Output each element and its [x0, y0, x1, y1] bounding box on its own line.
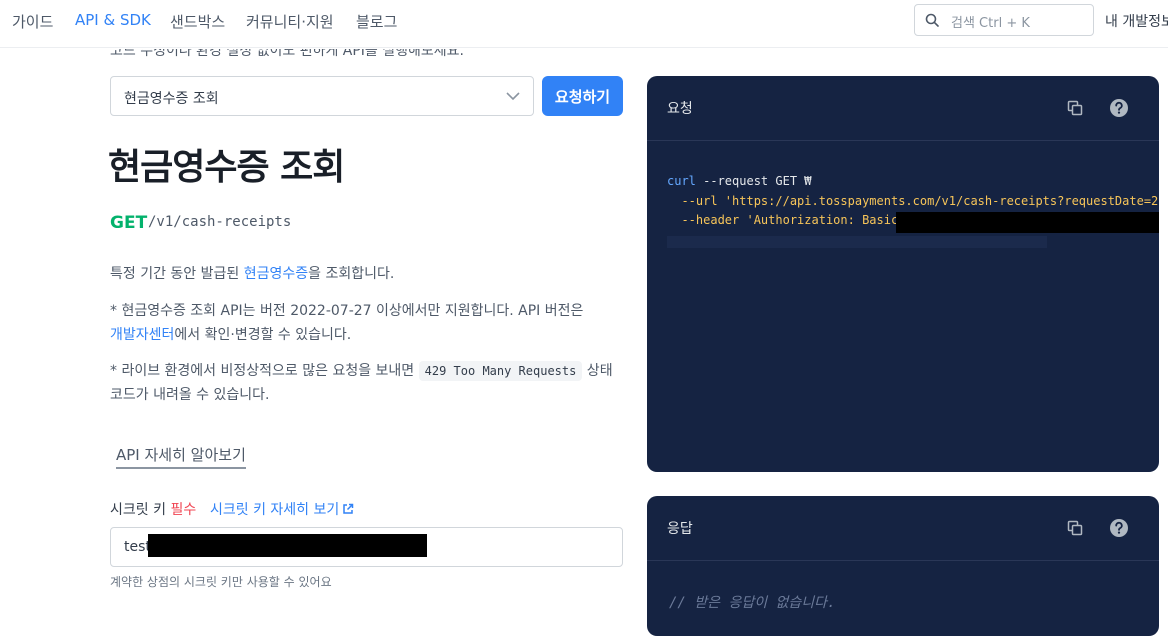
- help-icon[interactable]: [1109, 98, 1129, 118]
- note-rate-text-end: 상태: [582, 363, 613, 379]
- copy-icon[interactable]: [1067, 520, 1083, 536]
- panel-divider: [647, 140, 1159, 141]
- note-rate-limit-line1: * 라이브 환경에서 비정상적으로 많은 요청을 보내면 429 Too Man…: [110, 359, 613, 383]
- cash-receipt-link[interactable]: 현금영수증: [244, 266, 308, 282]
- api-select-value: 현금영수증 조회: [124, 91, 219, 107]
- description: 특정 기간 동안 발급된 현금영수증을 조회합니다.: [110, 262, 394, 286]
- page-title: 현금영수증 조회: [108, 147, 345, 188]
- note-version-line2: 개발자센터에서 확인·변경할 수 있습니다.: [110, 323, 351, 347]
- redacted-auth: [896, 212, 1159, 233]
- code-url: 'https://api.tosspayments.com/v1/cash-re…: [717, 193, 1159, 208]
- code-header-flag: --header: [667, 213, 740, 227]
- request-panel-title: 요청: [667, 101, 693, 117]
- secret-key-detail-text: 시크릿 키 자세히 보기: [210, 502, 340, 518]
- code-request-method: --request GET ₩: [695, 174, 812, 188]
- api-more-link[interactable]: API 자세히 알아보기: [116, 444, 246, 469]
- help-icon[interactable]: [1109, 518, 1129, 538]
- code-curl: curl: [667, 174, 696, 188]
- request-button[interactable]: 요청하기: [542, 76, 623, 116]
- response-empty-text: // 받은 응답이 없습니다.: [669, 595, 836, 611]
- required-badge: 필수: [170, 502, 197, 518]
- response-panel-title: 응답: [667, 521, 693, 537]
- request-panel: 요청 curl --request GET ₩ --url 'https://a…: [647, 76, 1159, 472]
- panel-divider: [647, 560, 1159, 561]
- secret-key-value: test: [124, 539, 151, 555]
- secret-key-label-text: 시크릿 키: [110, 502, 166, 518]
- code-url-flag: --url: [667, 193, 718, 208]
- code-auth: 'Authorization: Basic: [739, 213, 906, 227]
- secret-key-hint: 계약한 상점의 시크릿 키만 사용할 수 있어요: [110, 575, 332, 589]
- nav-guide[interactable]: 가이드: [12, 11, 53, 32]
- nav-sandbox[interactable]: 샌드박스: [170, 11, 225, 32]
- note-version-text: 에서 확인·변경할 수 있습니다.: [174, 327, 352, 343]
- code-shadow: [667, 236, 1047, 248]
- search-box[interactable]: 검색 Ctrl + K: [914, 4, 1094, 36]
- description-text-end: 을 조회합니다.: [308, 266, 395, 282]
- endpoint-path: /v1/cash-receipts: [148, 214, 292, 230]
- redacted-block: [148, 534, 427, 557]
- my-dev-info-link[interactable]: 내 개발정보: [1105, 11, 1168, 31]
- note-rate-text: * 라이브 환경에서 비정상적으로 많은 요청을 보내면: [110, 363, 419, 379]
- search-icon: [925, 13, 939, 27]
- note-rate-limit-line2: 코드가 내려올 수 있습니다.: [110, 387, 270, 403]
- chevron-down-icon: [506, 92, 520, 101]
- nav-community[interactable]: 커뮤니티·지원: [246, 11, 334, 32]
- copy-icon[interactable]: [1067, 100, 1083, 116]
- secret-key-label: 시크릿 키 필수: [110, 499, 196, 519]
- nav-api-sdk[interactable]: API & SDK: [75, 11, 151, 29]
- search-placeholder: 검색 Ctrl + K: [951, 16, 1030, 31]
- secret-key-input[interactable]: test: [110, 527, 623, 567]
- response-panel: 응답 // 받은 응답이 없습니다.: [647, 496, 1159, 636]
- api-select[interactable]: 현금영수증 조회: [110, 76, 534, 116]
- secret-key-detail-link[interactable]: 시크릿 키 자세히 보기: [210, 499, 354, 519]
- http-method: GET: [110, 213, 148, 233]
- developer-center-link[interactable]: 개발자센터: [110, 327, 174, 343]
- external-link-icon: [343, 503, 354, 514]
- top-nav: 가이드 API & SDK 샌드박스 커뮤니티·지원 블로그 검색 Ctrl +…: [0, 0, 1168, 48]
- nav-blog[interactable]: 블로그: [356, 11, 397, 32]
- note-version-line1: * 현금영수증 조회 API는 버전 2022-07-27 이상에서만 지원합니…: [110, 303, 584, 319]
- description-text: 특정 기간 동안 발급된: [110, 266, 244, 282]
- inline-code-429: 429 Too Many Requests: [418, 361, 583, 381]
